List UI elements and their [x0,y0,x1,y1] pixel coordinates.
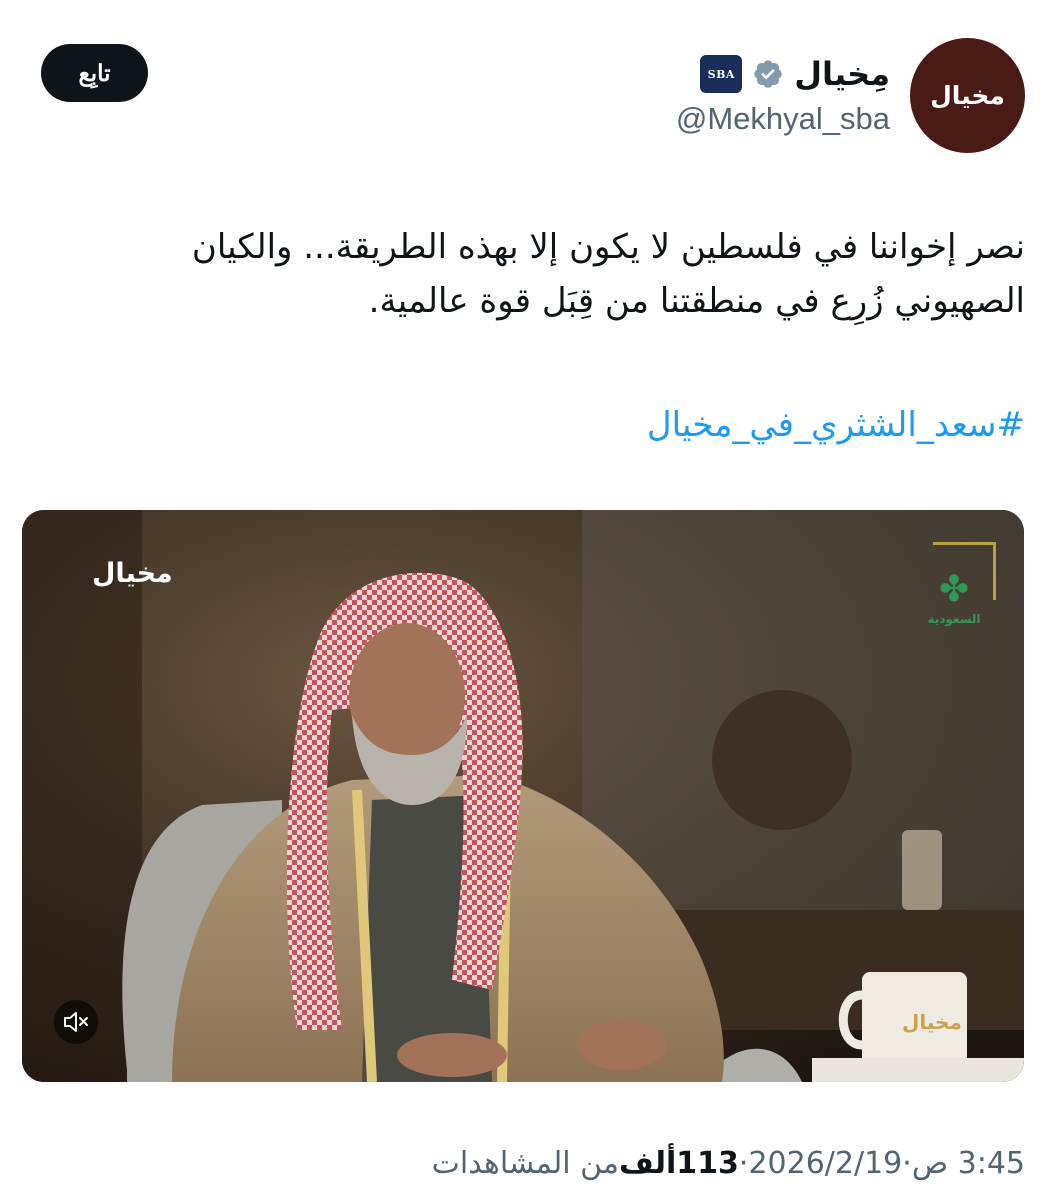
mug-text: مخيال [902,1010,962,1034]
video-watermark: مخيال [92,558,173,589]
tweet: مخيال مِخيال SBA @Mekhyal_sba تابِع نصر … [0,0,1047,1200]
mute-button[interactable] [54,1000,98,1044]
meta-separator: · [738,1146,749,1181]
tweet-text: نصر إخواننا في فلسطين لا يكون إلا بهذه ا… [191,227,1025,321]
affiliate-badge[interactable]: SBA [700,55,743,93]
channel-logo: ✤ السعودية [912,542,996,626]
avatar-text: مخيال [930,81,1005,110]
meta-separator: · [902,1146,912,1181]
follow-button[interactable]: تابِع [41,44,148,102]
views-count: 113ألف [618,1146,739,1181]
avatar[interactable]: مخيال [910,38,1025,153]
verified-badge-icon[interactable] [752,58,784,90]
speaker-muted-icon [64,1012,88,1032]
hashtag-link[interactable]: #سعد_الشثري_في_مخيال [647,398,1025,452]
account-name-row: مِخيال SBA [700,50,890,98]
account-handle[interactable]: @Mekhyal_sba [676,101,890,137]
tweet-date[interactable]: 2026/2/19 [748,1146,902,1181]
display-name[interactable]: مِخيال [794,55,890,93]
views-label: من المشاهدات [431,1146,619,1181]
video-frame [22,510,1024,1082]
channel-name: السعودية [927,612,981,626]
logo-frame [933,542,996,600]
video-player[interactable]: مخيال ✤ السعودية مخيال [22,510,1024,1082]
tweet-time[interactable]: 3:45 ص [912,1146,1025,1181]
tweet-meta: 3:45 ص · 2026/2/19 · 113ألف من المشاهدات [432,1146,1025,1181]
